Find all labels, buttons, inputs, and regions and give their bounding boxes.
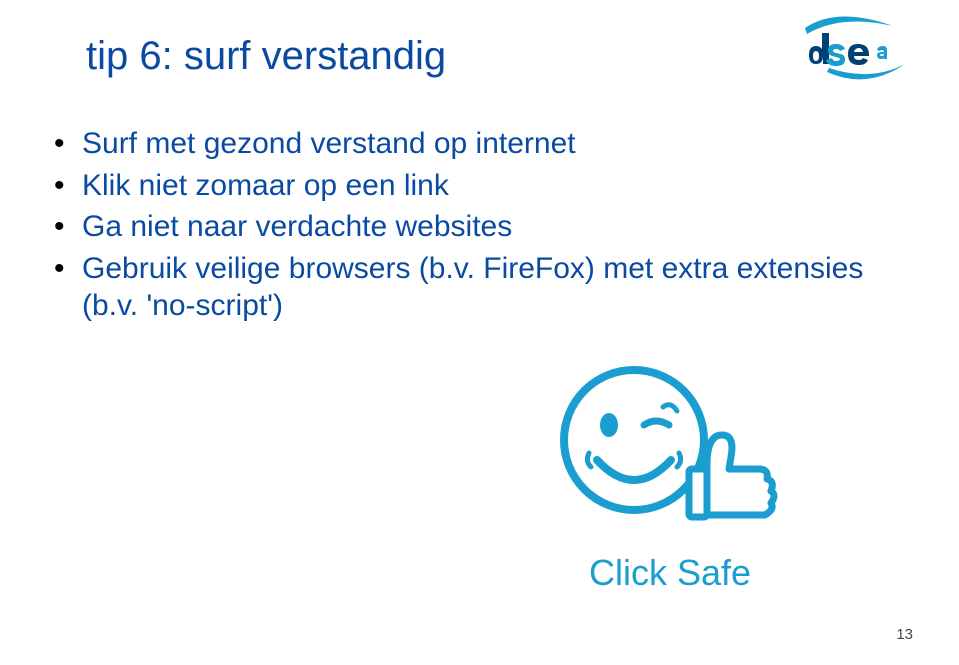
dse-logo (797, 12, 909, 90)
slide: tip 6: surf verstandig Surf met gezond v… (0, 0, 959, 665)
bullet-item: Gebruik veilige browsers (b.v. FireFox) … (54, 250, 899, 325)
bullet-item: Ga niet naar verdachte websites (54, 208, 899, 246)
click-safe-illustration: Click Safe (509, 345, 819, 605)
bullet-item: Surf met gezond verstand op internet (54, 125, 899, 163)
bullet-list: Surf met gezond verstand op internet Kli… (54, 125, 899, 325)
bullet-item: Klik niet zomaar op een link (54, 167, 899, 205)
slide-title: tip 6: surf verstandig (86, 34, 899, 79)
page-number: 13 (896, 626, 913, 643)
click-safe-label: Click Safe (589, 552, 751, 593)
